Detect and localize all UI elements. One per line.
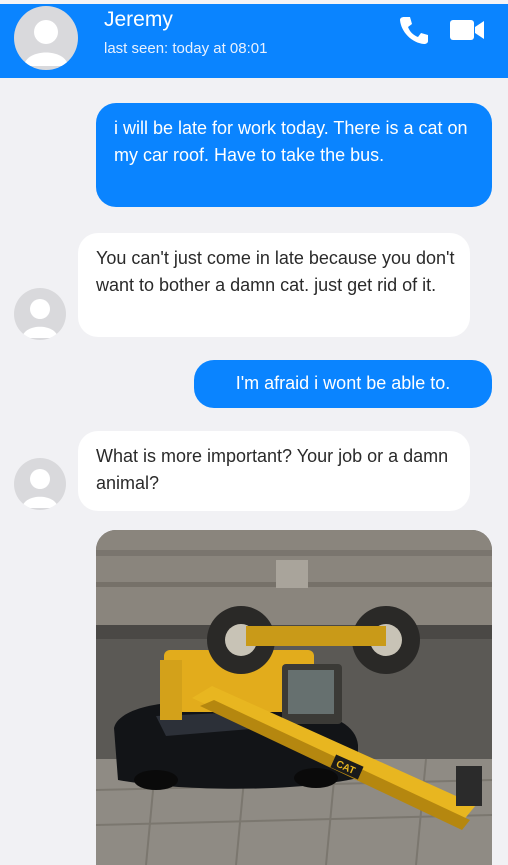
status-strip — [0, 0, 508, 4]
message-thread[interactable]: i will be late for work today. There is … — [0, 78, 508, 865]
incoming-message[interactable]: What is more important? Your job or a da… — [78, 431, 470, 511]
person-silhouette-icon — [24, 20, 68, 66]
outgoing-message[interactable]: i will be late for work today. There is … — [96, 103, 492, 207]
image-attachment[interactable]: CAT — [96, 530, 492, 865]
overturned-machine-photo: CAT — [96, 530, 492, 865]
video-call-button[interactable] — [448, 16, 486, 44]
outgoing-message[interactable]: I'm afraid i wont be able to. — [194, 360, 492, 408]
phone-icon — [400, 17, 428, 44]
video-camera-icon — [450, 20, 484, 40]
call-button[interactable] — [398, 14, 430, 46]
sender-avatar — [14, 458, 66, 510]
avatar[interactable] — [14, 6, 78, 70]
chat-header: Jeremy last seen: today at 08:01 — [0, 0, 508, 78]
incoming-message[interactable]: You can't just come in late because you … — [78, 233, 470, 337]
contact-name[interactable]: Jeremy — [104, 8, 173, 32]
last-seen-status: last seen: today at 08:01 — [104, 40, 268, 57]
person-silhouette-icon — [22, 299, 58, 338]
person-silhouette-icon — [22, 469, 58, 508]
sender-avatar — [14, 288, 66, 340]
